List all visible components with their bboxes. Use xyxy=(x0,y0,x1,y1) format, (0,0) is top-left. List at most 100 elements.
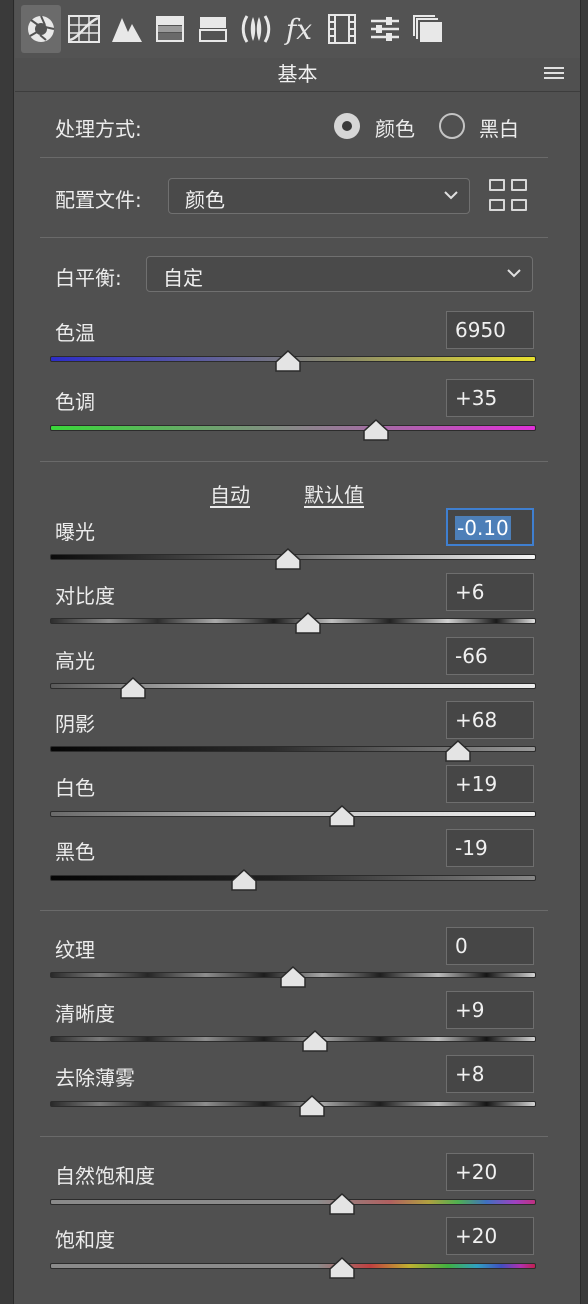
panel-menu-icon[interactable] xyxy=(544,67,564,81)
panel-header: 基本 xyxy=(15,58,580,92)
panel-title: 基本 xyxy=(277,62,318,86)
calibration-icon xyxy=(328,14,356,44)
exposure-value: -0.10 xyxy=(455,516,511,540)
temp-slider-thumb[interactable] xyxy=(275,350,301,372)
divider xyxy=(40,237,548,238)
temp-value-field[interactable]: 6950 xyxy=(446,311,534,349)
saturation-track[interactable] xyxy=(50,1263,536,1269)
hsl-icon xyxy=(156,16,184,42)
exposure-value-field[interactable]: -0.10 xyxy=(446,508,534,546)
saturation-slider-thumb[interactable] xyxy=(328,1257,355,1279)
hsl-tab[interactable] xyxy=(150,5,190,53)
clarity-track[interactable] xyxy=(50,1036,536,1042)
basic-tab[interactable] xyxy=(21,5,61,53)
tint-slider-thumb[interactable] xyxy=(362,419,389,441)
split-toning-tab[interactable] xyxy=(193,5,233,53)
detail-tab[interactable] xyxy=(107,5,147,53)
chevron-down-icon xyxy=(444,191,458,200)
exposure-label: 曝光 xyxy=(55,520,95,544)
vibrance-slider-thumb[interactable] xyxy=(328,1193,355,1215)
highlights-value: -66 xyxy=(455,644,488,668)
saturation-value: +20 xyxy=(455,1224,498,1248)
lens-tab[interactable] xyxy=(236,5,276,53)
whites-value: +19 xyxy=(455,772,498,796)
blacks-label: 黑色 xyxy=(55,840,95,864)
vibrance-value: +20 xyxy=(455,1160,498,1184)
lens-icon xyxy=(241,15,271,43)
presets-icon xyxy=(371,17,399,41)
contrast-value: +6 xyxy=(455,580,485,604)
panel-toolbar: fx xyxy=(15,0,580,58)
tone-curve-tab[interactable] xyxy=(64,5,104,53)
tint-value: +35 xyxy=(455,386,498,410)
shadows-label: 阴影 xyxy=(55,712,95,736)
auto-button[interactable]: 自动 xyxy=(210,479,250,508)
vibrance-track[interactable] xyxy=(50,1199,536,1205)
profile-dropdown[interactable]: 颜色 xyxy=(168,178,470,214)
whites-track[interactable] xyxy=(50,811,536,817)
chevron-down-icon xyxy=(507,269,521,278)
blacks-slider-thumb[interactable] xyxy=(231,869,258,891)
dehaze-track[interactable] xyxy=(50,1101,536,1107)
tone-curve-icon xyxy=(68,15,100,43)
calibration-tab[interactable] xyxy=(322,5,362,53)
treatment-bw-radio[interactable] xyxy=(439,113,465,139)
texture-slider-thumb[interactable] xyxy=(280,966,306,988)
dehaze-slider-thumb[interactable] xyxy=(299,1095,326,1117)
treatment-bw-label[interactable]: 黑白 xyxy=(479,113,519,142)
divider xyxy=(40,1136,548,1137)
clarity-value-field[interactable]: +9 xyxy=(446,991,534,1029)
tint-label: 色调 xyxy=(55,390,95,414)
snapshots-icon xyxy=(413,15,442,42)
temp-label: 色温 xyxy=(55,321,95,345)
right-frame xyxy=(580,0,588,1304)
exposure-slider-thumb[interactable] xyxy=(275,548,301,570)
white-balance-label: 白平衡: xyxy=(55,266,122,290)
tint-value-field[interactable]: +35 xyxy=(446,379,534,417)
dehaze-value: +8 xyxy=(455,1062,485,1086)
blacks-value: -19 xyxy=(455,836,488,860)
contrast-label: 对比度 xyxy=(55,584,115,608)
vibrance-value-field[interactable]: +20 xyxy=(446,1153,534,1191)
dehaze-value-field[interactable]: +8 xyxy=(446,1055,534,1093)
dehaze-label: 去除薄雾 xyxy=(55,1066,135,1090)
divider xyxy=(40,461,548,462)
texture-label: 纹理 xyxy=(55,938,95,962)
snapshots-tab[interactable] xyxy=(408,5,448,53)
shadows-slider-thumb[interactable] xyxy=(445,740,471,762)
blacks-track[interactable] xyxy=(50,875,536,881)
clarity-slider-thumb[interactable] xyxy=(302,1030,328,1052)
highlights-value-field[interactable]: -66 xyxy=(446,637,534,675)
tint-track[interactable] xyxy=(50,425,536,431)
effects-tab[interactable]: fx xyxy=(279,5,319,53)
profile-value: 颜色 xyxy=(185,188,225,212)
whites-value-field[interactable]: +19 xyxy=(446,765,534,803)
detail-icon xyxy=(112,18,142,42)
treatment-color-label[interactable]: 颜色 xyxy=(375,113,415,142)
contrast-slider-thumb[interactable] xyxy=(294,612,321,634)
treatment-color-radio[interactable] xyxy=(334,113,360,139)
left-frame xyxy=(0,0,14,1304)
highlights-label: 高光 xyxy=(55,649,95,673)
highlights-slider-thumb[interactable] xyxy=(119,677,146,699)
profile-label: 配置文件: xyxy=(55,188,142,212)
presets-tab[interactable] xyxy=(365,5,405,53)
white-balance-dropdown[interactable]: 自定 xyxy=(146,256,533,292)
contrast-track[interactable] xyxy=(50,618,536,624)
default-button[interactable]: 默认值 xyxy=(304,479,364,508)
clarity-label: 清晰度 xyxy=(55,1002,115,1026)
shadows-value-field[interactable]: +68 xyxy=(446,701,534,739)
effects-icon: fx xyxy=(285,12,313,46)
divider xyxy=(40,910,548,911)
clarity-value: +9 xyxy=(455,998,485,1022)
saturation-value-field[interactable]: +20 xyxy=(446,1217,534,1255)
whites-label: 白色 xyxy=(55,776,95,800)
profile-browser-icon[interactable] xyxy=(489,179,529,213)
texture-value: 0 xyxy=(455,934,468,958)
texture-value-field[interactable]: 0 xyxy=(446,927,534,965)
vibrance-label: 自然饱和度 xyxy=(55,1164,155,1188)
blacks-value-field[interactable]: -19 xyxy=(446,829,534,867)
contrast-value-field[interactable]: +6 xyxy=(446,573,534,611)
temp-value: 6950 xyxy=(455,318,506,342)
whites-slider-thumb[interactable] xyxy=(328,805,355,827)
